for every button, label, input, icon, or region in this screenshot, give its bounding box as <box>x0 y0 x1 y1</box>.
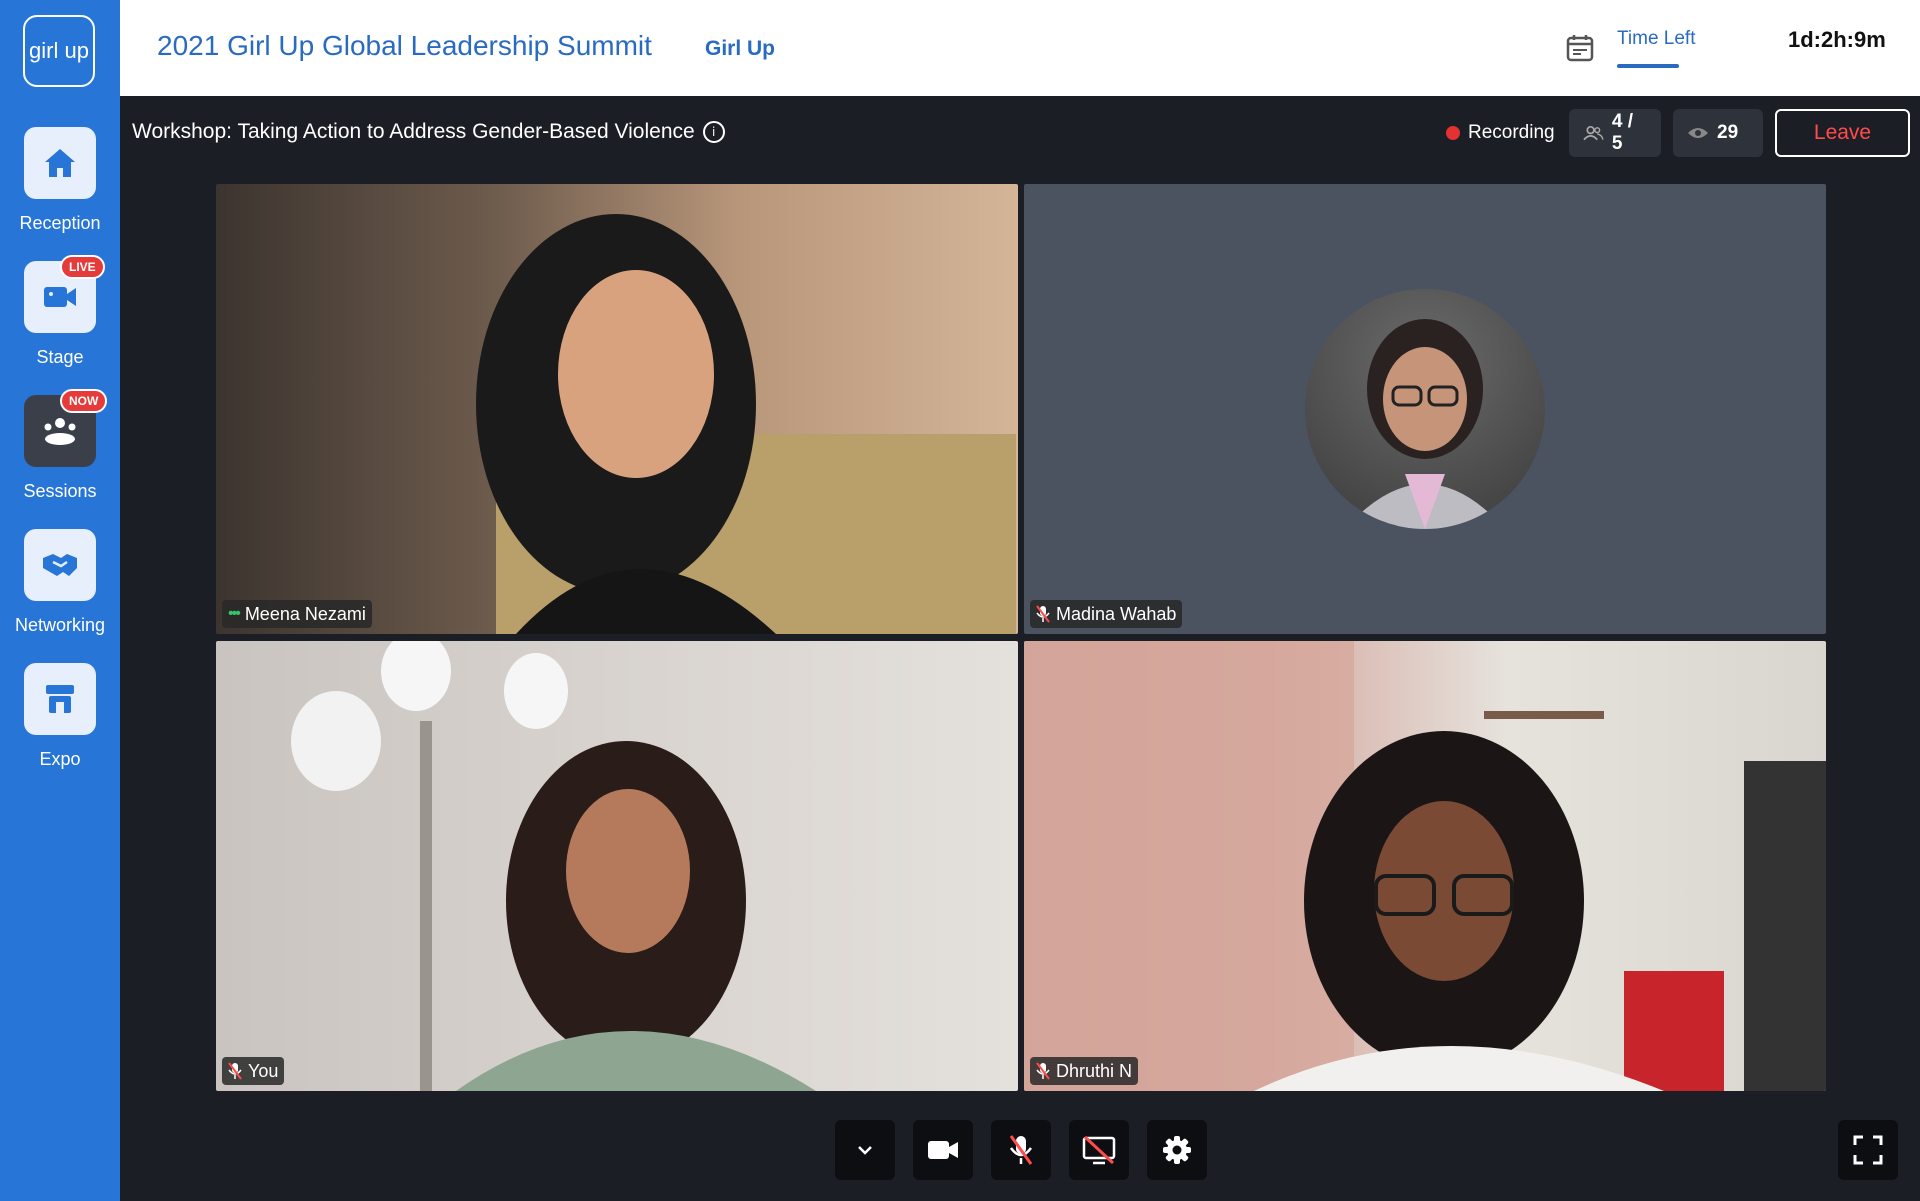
session-title-row: Workshop: Taking Action to Address Gende… <box>132 120 725 144</box>
sidebar-item-label: Sessions <box>23 481 97 501</box>
event-title: 2021 Girl Up Global Leadership Summit <box>157 30 652 61</box>
speaking-dots-icon: ••• <box>228 605 241 622</box>
time-left-tab[interactable]: Time Left <box>1617 28 1696 50</box>
screen-share-off-icon <box>1082 1135 1116 1165</box>
camera-button[interactable] <box>913 1120 973 1180</box>
participants-count[interactable]: 4 / 5 <box>1569 109 1661 157</box>
recording-dot-icon <box>1446 126 1460 140</box>
mute-button[interactable] <box>991 1120 1051 1180</box>
expo-tile[interactable] <box>24 663 96 735</box>
participant-name-tag: ••• Meena Nezami <box>222 600 372 628</box>
sidebar-item-stage[interactable]: LIVE Stage <box>0 255 120 381</box>
people-icon <box>1583 125 1604 141</box>
mic-muted-icon <box>1036 1062 1050 1080</box>
sidebar-item-sessions[interactable]: NOW Sessions <box>0 389 120 515</box>
leave-button[interactable]: Leave <box>1775 109 1910 157</box>
participant-name: Meena Nezami <box>244 603 366 624</box>
handshake-icon <box>43 554 77 576</box>
participant-name-tag: Madina Wahab <box>1030 600 1183 628</box>
recording-label: Recording <box>1468 122 1555 143</box>
participant-name-tag: Dhruthi N <box>1030 1057 1139 1085</box>
video-camera-icon <box>928 1141 958 1159</box>
video-tile-meena[interactable]: ••• Meena Nezami <box>216 184 1018 634</box>
participant-video <box>1024 641 1826 1091</box>
session-title: Workshop: Taking Action to Address Gende… <box>132 120 695 143</box>
logo-text: girl up <box>29 38 89 63</box>
time-left-value: 1d:2h:9m <box>1788 27 1886 52</box>
viewers-count[interactable]: 29 <box>1673 109 1763 157</box>
fullscreen-button[interactable] <box>1838 1120 1898 1180</box>
participant-name: Madina Wahab <box>1056 603 1177 624</box>
settings-button[interactable] <box>1147 1120 1207 1180</box>
top-bar: 2021 Girl Up Global Leadership Summit Gi… <box>120 0 1920 96</box>
recording-indicator: Recording <box>1446 122 1555 144</box>
participant-name: You <box>248 1060 279 1081</box>
sidebar-item-label: Stage <box>36 347 84 367</box>
now-badge: NOW <box>60 389 108 413</box>
home-icon <box>45 149 75 177</box>
video-tile-dhruthi[interactable]: Dhruthi N <box>1024 641 1826 1091</box>
screen-share-button[interactable] <box>1069 1120 1129 1180</box>
participants-value: 4 / 5 <box>1611 111 1634 154</box>
reception-tile[interactable] <box>24 127 96 199</box>
participant-video <box>291 641 816 1091</box>
org-name[interactable]: Girl Up <box>705 37 775 61</box>
booth-icon <box>46 685 74 713</box>
avatar <box>1305 289 1545 529</box>
video-tile-madina[interactable]: Madina Wahab <box>1024 184 1826 634</box>
video-tile-you[interactable]: You <box>216 641 1018 1091</box>
video-camera-icon <box>44 287 76 307</box>
sidebar-item-label: Reception <box>19 213 101 233</box>
networking-tile[interactable] <box>24 529 96 601</box>
calendar-icon[interactable] <box>1565 33 1595 63</box>
sidebar: girl up Reception LIVE Stage NOW Session… <box>0 0 120 1201</box>
more-options-button[interactable] <box>835 1120 895 1180</box>
participant-name: Dhruthi N <box>1056 1060 1133 1081</box>
gear-icon <box>1163 1136 1191 1164</box>
participant-video <box>476 214 1016 634</box>
participant-name-tag: You <box>222 1057 285 1085</box>
sidebar-item-reception[interactable]: Reception <box>0 127 120 247</box>
chevron-down-icon <box>858 1146 872 1155</box>
group-icon <box>44 418 76 445</box>
fullscreen-icon <box>1853 1135 1883 1165</box>
mic-muted-icon <box>1036 605 1050 623</box>
mic-muted-icon <box>1009 1135 1033 1165</box>
info-icon[interactable]: i <box>702 121 725 143</box>
sidebar-item-label: Expo <box>39 749 81 769</box>
sidebar-item-label: Networking <box>14 615 106 635</box>
sidebar-item-networking[interactable]: Networking <box>0 529 120 649</box>
tab-underline <box>1617 64 1679 68</box>
girl-up-logo[interactable]: girl up <box>23 15 95 87</box>
viewers-value: 29 <box>1717 122 1739 143</box>
mic-muted-icon <box>228 1062 242 1080</box>
live-badge: LIVE <box>60 255 105 279</box>
sidebar-item-expo[interactable]: Expo <box>0 663 120 783</box>
eye-icon <box>1688 128 1708 138</box>
